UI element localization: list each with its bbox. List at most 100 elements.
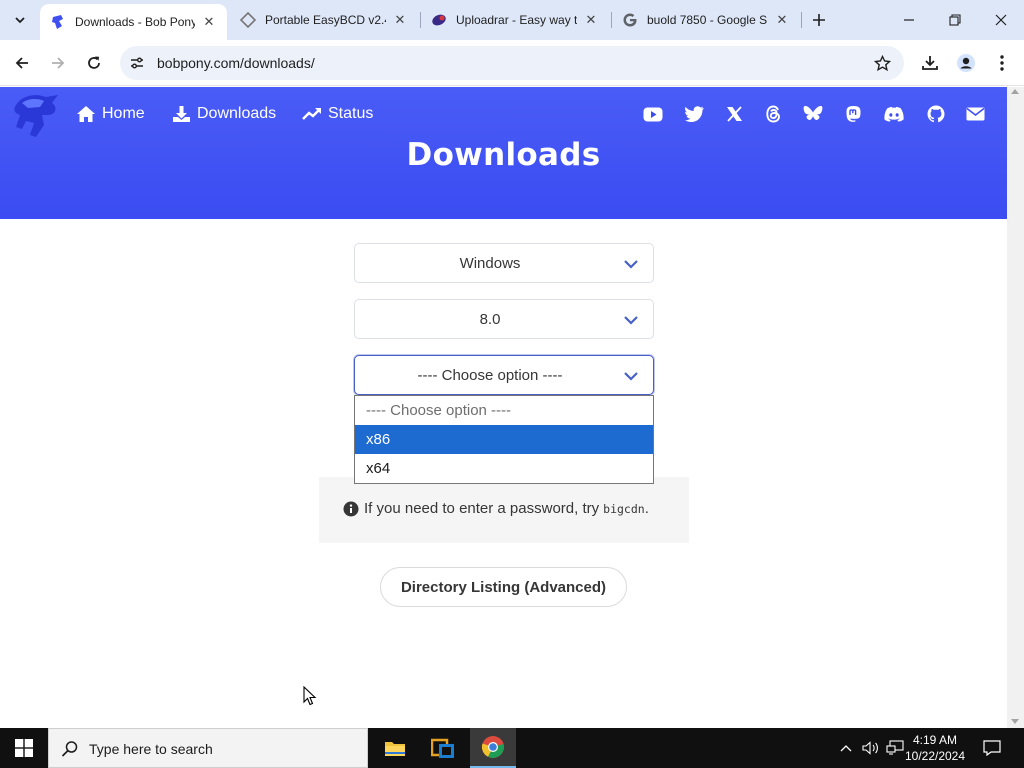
- tab-downloads-bob-pony[interactable]: Downloads - Bob Pony ✕: [40, 4, 227, 40]
- hero-banner: Home Downloads Status Downloads: [0, 87, 1007, 219]
- taskbar-search-box[interactable]: Type here to search: [48, 728, 368, 768]
- reload-icon: [88, 56, 100, 69]
- speaker-icon: [862, 741, 878, 755]
- version-select-value: 8.0: [479, 311, 501, 328]
- chevron-up-icon: [840, 745, 852, 752]
- mail-icon[interactable]: [965, 104, 985, 124]
- show-hidden-icons-button[interactable]: [836, 728, 856, 768]
- mastodon-icon[interactable]: [843, 104, 863, 124]
- tab-title: Portable EasyBCD v2.4: [265, 13, 386, 27]
- download-icon: [922, 56, 938, 70]
- page-title: Downloads: [406, 137, 601, 173]
- chevron-down-icon: [15, 17, 25, 24]
- tab-title: buold 7850 - Google S: [647, 13, 768, 27]
- tab-title: Downloads - Bob Pony: [75, 15, 195, 29]
- notice-text: If you need to enter a password, try: [364, 500, 600, 517]
- arrow-left-icon: [15, 57, 28, 69]
- x-icon[interactable]: [724, 104, 744, 124]
- nav-downloads-link[interactable]: Downloads: [172, 103, 276, 125]
- taskbar-clock[interactable]: 4:19 AM 10/22/2024: [902, 732, 968, 764]
- volume-button[interactable]: [860, 728, 882, 768]
- chevron-down-icon: [624, 316, 638, 325]
- start-button[interactable]: [0, 728, 48, 768]
- windows-taskbar: Type here to search 4:19 AM 10/22/2024: [0, 728, 1024, 768]
- close-tab-icon[interactable]: ✕: [392, 12, 408, 28]
- tab-portable-easybcd[interactable]: Portable EasyBCD v2.4 ✕: [230, 0, 418, 40]
- architecture-select[interactable]: ---- Choose option ----: [354, 355, 654, 395]
- search-placeholder: Type here to search: [89, 741, 213, 757]
- trend-up-icon: [302, 108, 321, 120]
- tab-uploadrar[interactable]: Uploadrar - Easy way t ✕: [421, 0, 609, 40]
- close-tab-icon[interactable]: ✕: [201, 14, 217, 30]
- site-navbar: Home Downloads Status: [0, 87, 1007, 141]
- directory-listing-button[interactable]: Directory Listing (Advanced): [380, 567, 627, 607]
- chevron-down-icon: [624, 260, 638, 269]
- threads-icon[interactable]: [763, 104, 783, 124]
- file-explorer-taskbar-icon[interactable]: [372, 728, 418, 768]
- page-scrollbar[interactable]: [1007, 87, 1024, 728]
- discord-icon[interactable]: [884, 104, 904, 124]
- twitter-icon[interactable]: [684, 104, 704, 124]
- tab-title: Uploadrar - Easy way t: [456, 13, 577, 27]
- browser-menu-button[interactable]: [988, 49, 1016, 77]
- minimize-button[interactable]: [886, 0, 932, 40]
- dropdown-option[interactable]: ---- Choose option ----: [355, 396, 653, 425]
- scroll-down-arrow-icon[interactable]: [1011, 719, 1019, 724]
- minimize-icon: [904, 19, 914, 21]
- password-code: bigcdn: [603, 501, 645, 516]
- password-notice: If you need to enter a password, try big…: [319, 477, 689, 543]
- nav-home-label: Home: [102, 105, 145, 122]
- new-tab-button[interactable]: [806, 8, 832, 32]
- download-icon: [173, 106, 190, 122]
- uploadrar-favicon-icon: [431, 12, 447, 28]
- bookmark-star-icon[interactable]: [872, 53, 892, 73]
- youtube-icon[interactable]: [643, 104, 663, 124]
- bobpony-favicon-icon: [50, 14, 66, 30]
- scroll-up-arrow-icon[interactable]: [1011, 89, 1019, 94]
- nav-downloads-label: Downloads: [197, 105, 277, 122]
- chevron-down-icon: [624, 372, 638, 381]
- tab-google-search[interactable]: buold 7850 - Google S ✕: [612, 0, 800, 40]
- address-bar[interactable]: bobpony.com/downloads/: [120, 46, 904, 80]
- restore-icon: [949, 14, 961, 26]
- back-button[interactable]: [8, 49, 36, 77]
- close-window-button[interactable]: [978, 0, 1024, 40]
- tab-separator: [801, 12, 802, 28]
- more-vertical-icon: [1000, 55, 1004, 71]
- architecture-select-value: ---- Choose option ----: [417, 367, 563, 384]
- notification-icon: [983, 740, 1001, 756]
- home-icon: [77, 106, 95, 122]
- nav-home-link[interactable]: Home: [76, 103, 145, 125]
- os-select-value: Windows: [459, 255, 521, 272]
- downloads-button[interactable]: [916, 49, 944, 77]
- dropdown-option[interactable]: x86: [355, 425, 653, 454]
- close-tab-icon[interactable]: ✕: [583, 12, 599, 28]
- github-icon[interactable]: [926, 104, 946, 124]
- browser-toolbar: bobpony.com/downloads/: [0, 40, 1024, 86]
- profile-button[interactable]: [952, 49, 980, 77]
- forward-button[interactable]: [44, 49, 72, 77]
- os-select[interactable]: Windows: [354, 243, 654, 283]
- dropdown-option[interactable]: x64: [355, 454, 653, 483]
- clock-date: 10/22/2024: [904, 749, 966, 763]
- action-center-button[interactable]: [980, 728, 1004, 768]
- version-select[interactable]: 8.0: [354, 299, 654, 339]
- google-favicon-icon: [622, 12, 638, 28]
- site-settings-icon[interactable]: [128, 54, 146, 72]
- avatar-icon: [957, 54, 975, 72]
- architecture-dropdown-list: ---- Choose option ---- x86 x64: [354, 395, 654, 484]
- bluesky-icon[interactable]: [803, 104, 823, 124]
- plus-icon: [813, 14, 825, 26]
- site-logo[interactable]: [12, 91, 64, 141]
- mouse-cursor-icon: [303, 686, 317, 706]
- close-tab-icon[interactable]: ✕: [774, 12, 790, 28]
- nav-status-link[interactable]: Status: [302, 103, 373, 125]
- clock-time: 4:19 AM: [912, 733, 958, 747]
- virtualbox-taskbar-icon[interactable]: [420, 728, 466, 768]
- tab-search-button[interactable]: [8, 8, 32, 32]
- chrome-taskbar-icon[interactable]: [470, 728, 516, 768]
- windows-logo-icon: [15, 739, 33, 757]
- restore-button[interactable]: [932, 0, 978, 40]
- reload-button[interactable]: [80, 49, 108, 77]
- url-text: bobpony.com/downloads/: [157, 55, 315, 71]
